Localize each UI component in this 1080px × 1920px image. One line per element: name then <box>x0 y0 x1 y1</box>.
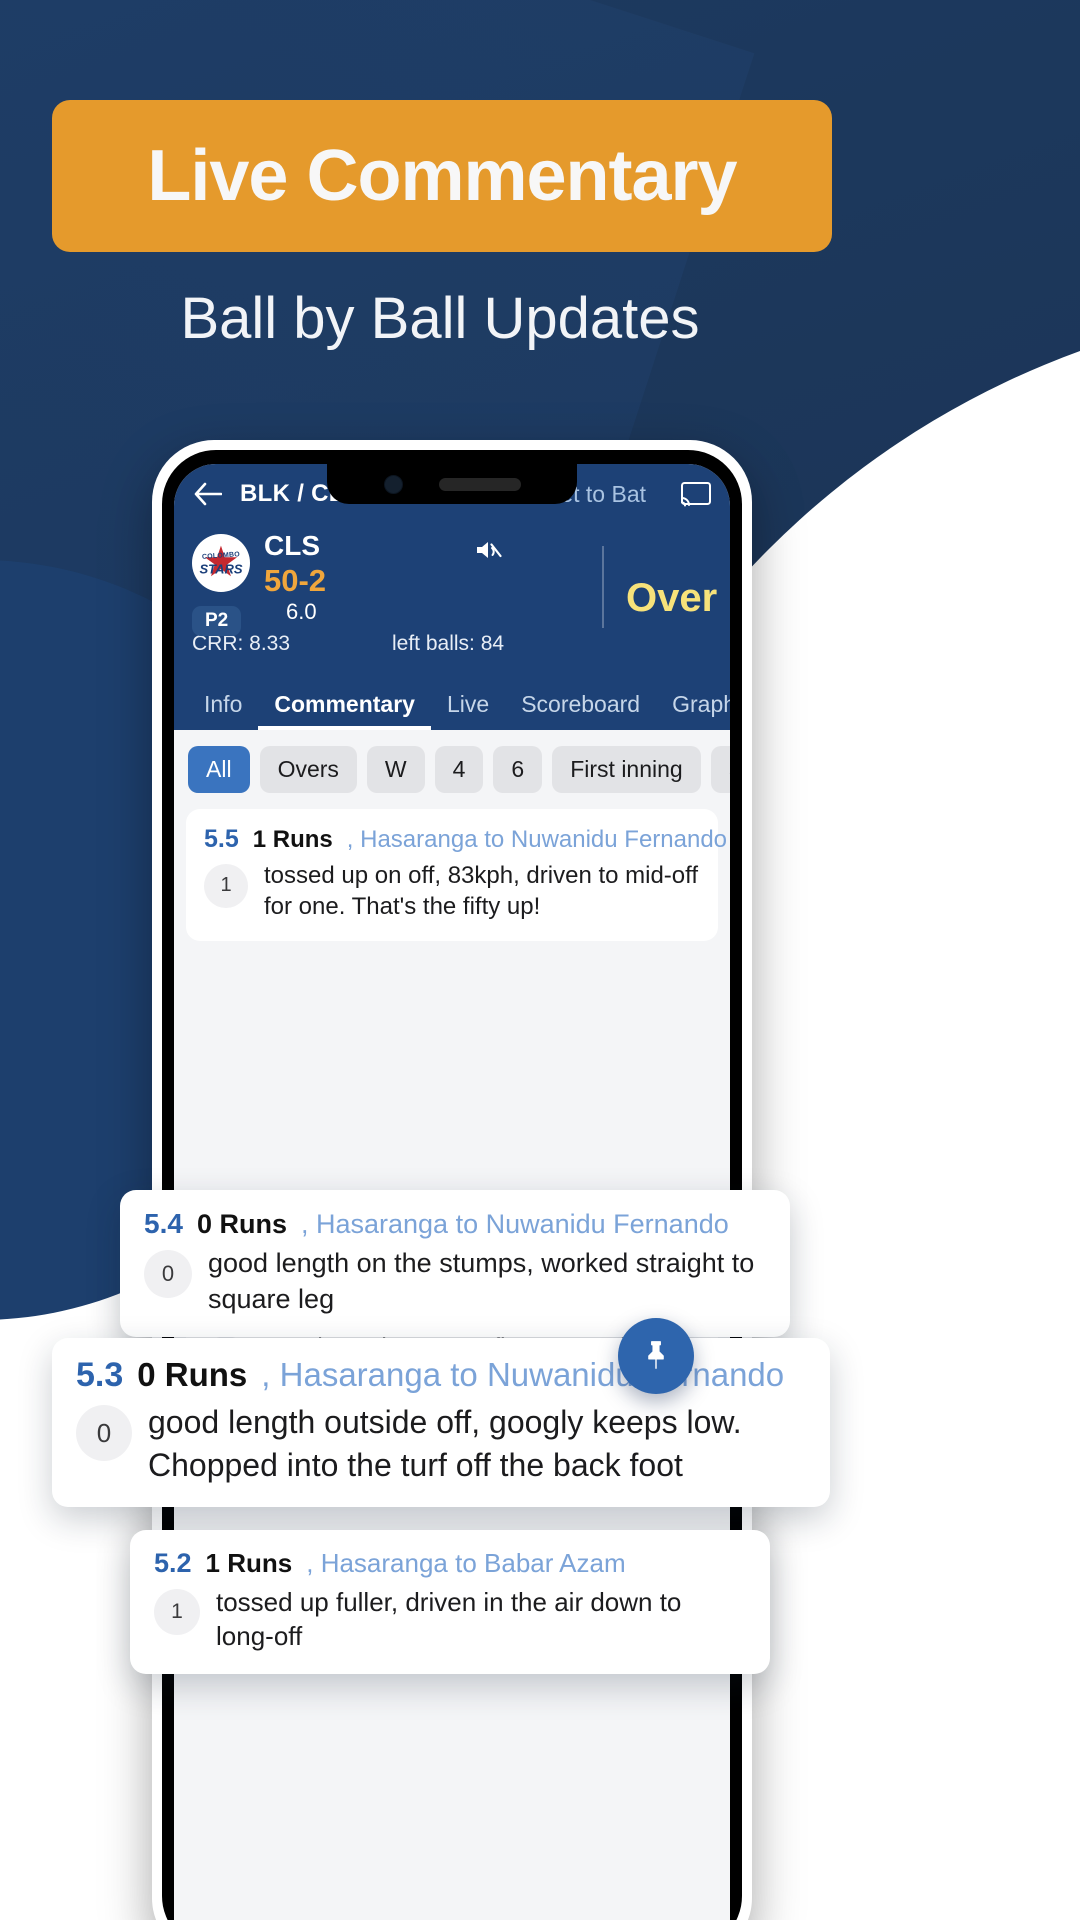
commentary-run-bubble: 0 <box>76 1405 132 1461</box>
filter-chip-4[interactable]: 4 <box>434 745 484 793</box>
team-logo-bottom-text: STARS <box>199 561 243 577</box>
phone-mockup: BLK / CLS BLK Yet to Bat <box>152 440 752 1920</box>
team-overs: 6.0 <box>286 599 317 625</box>
commentary-bowler: , Hasaranga to Nuwanidu Fernando <box>261 1356 785 1393</box>
commentary-bowler: , Hasaranga to Babar Azam <box>306 1548 626 1578</box>
commentary-text: good length on the stumps, worked straig… <box>208 1248 755 1314</box>
phone-body: BLK / CLS BLK Yet to Bat <box>162 450 742 1920</box>
filter-chip-second-inning[interactable]: Second inning <box>710 745 730 793</box>
commentary-run-bubble: 1 <box>204 863 248 908</box>
commentary-header: 5.5 1 Runs , Hasaranga to Nuwanidu Ferna… <box>204 824 727 854</box>
team-logo: ★ COLOMBO STARS <box>192 534 250 592</box>
cast-icon[interactable] <box>680 481 712 507</box>
promo-headline-pill: Live Commentary <box>52 100 832 252</box>
commentary-body: 1 tossed up on off, 83kph, driven to mid… <box>204 860 700 923</box>
pin-fab-button[interactable] <box>618 1318 694 1394</box>
commentary-over: 5.2 <box>154 1548 192 1578</box>
filter-chip-overs[interactable]: Overs <box>259 745 357 793</box>
filter-chip-row: All Overs W 4 6 First inning Second inni… <box>174 729 730 805</box>
team-logo-star-icon: ★ COLOMBO STARS <box>198 540 244 586</box>
commentary-over: 5.4 <box>144 1208 183 1239</box>
score-divider <box>602 546 604 628</box>
front-camera-icon <box>383 474 403 494</box>
commentary-body: 0 good length outside off, googly keeps … <box>76 1401 806 1487</box>
commentary-text: tossed up on off, 83kph, driven to mid-o… <box>264 861 699 921</box>
pin-icon <box>648 1341 664 1369</box>
commentary-body: 1 tossed up fuller, driven in the air do… <box>154 1585 746 1654</box>
commentary-runs: 1 Runs <box>205 1548 293 1578</box>
promo-headline-text: Live Commentary <box>147 136 737 216</box>
commentary-bowler: , Hasaranga to Nuwanidu Fernando <box>346 825 728 853</box>
commentary-item-5-2-floating[interactable]: 5.2 1 Runs , Hasaranga to Babar Azam 1 t… <box>130 1530 770 1674</box>
score-text-block: CLS 50-2 6.0 <box>264 530 326 626</box>
commentary-bowler: , Hasaranga to Nuwanidu Fernando <box>300 1209 729 1239</box>
tab-commentary[interactable]: Commentary <box>258 691 431 730</box>
commentary-runs: 1 Runs <box>252 825 333 853</box>
filter-chip-6[interactable]: 6 <box>493 745 543 793</box>
score-meta-row: P2 CRR: 8.33 left balls: 84 <box>174 605 730 666</box>
batting-team-code: CLS <box>264 530 320 561</box>
commentary-item-5-4-floating[interactable]: 5.4 0 Runs , Hasaranga to Nuwanidu Ferna… <box>120 1190 790 1338</box>
promo-subheadline: Ball by Ball Updates <box>180 286 700 351</box>
tab-info[interactable]: Info <box>188 691 258 730</box>
commentary-text: good length outside off, googly keeps lo… <box>148 1404 742 1484</box>
tab-live[interactable]: Live <box>431 691 505 730</box>
team-score: 50-2 <box>264 563 327 599</box>
tab-scoreboard[interactable]: Scoreboard <box>505 691 656 730</box>
commentary-item[interactable]: 5.5 1 Runs , Hasaranga to Nuwanidu Ferna… <box>186 808 727 942</box>
over-state-label: Over <box>626 576 718 620</box>
tab-bar: Info Commentary Live Scoreboard Graph <box>174 673 730 730</box>
innings-badge: P2 <box>192 605 242 636</box>
commentary-item-5-3-floating[interactable]: 5.3 0 Runs , Hasaranga to Nuwanidu Ferna… <box>52 1338 830 1508</box>
phone-notch <box>327 464 577 504</box>
filter-chip-all[interactable]: All <box>188 745 250 793</box>
left-balls: left balls: 84 <box>392 631 505 655</box>
commentary-header: 5.2 1 Runs , Hasaranga to Babar Azam <box>154 1548 746 1579</box>
filter-chip-w[interactable]: W <box>366 745 425 793</box>
commentary-header: 5.4 0 Runs , Hasaranga to Nuwanidu Ferna… <box>144 1208 766 1240</box>
tab-graph[interactable]: Graph <box>656 691 730 730</box>
commentary-runs: 0 Runs <box>196 1209 287 1239</box>
commentary-header: 5.3 0 Runs , Hasaranga to Nuwanidu Ferna… <box>76 1356 806 1395</box>
score-row: ★ COLOMBO STARS CLS 50-2 6.0 Over <box>174 524 730 630</box>
commentary-run-bubble: 0 <box>144 1250 192 1298</box>
commentary-text: tossed up fuller, driven in the air down… <box>216 1587 682 1652</box>
filter-chip-first-inning[interactable]: First inning <box>552 745 701 793</box>
promo-stage: Live Commentary Ball by Ball Updates BLK… <box>0 0 1080 1920</box>
back-arrow-icon[interactable] <box>192 481 222 507</box>
earpiece-speaker <box>438 477 521 491</box>
commentary-over: 5.3 <box>76 1356 124 1394</box>
mute-icon[interactable] <box>474 538 502 562</box>
commentary-run-bubble: 1 <box>154 1589 200 1635</box>
commentary-over: 5.5 <box>204 824 239 853</box>
commentary-body: 0 good length on the stumps, worked stra… <box>144 1246 766 1317</box>
commentary-runs: 0 Runs <box>137 1356 248 1393</box>
